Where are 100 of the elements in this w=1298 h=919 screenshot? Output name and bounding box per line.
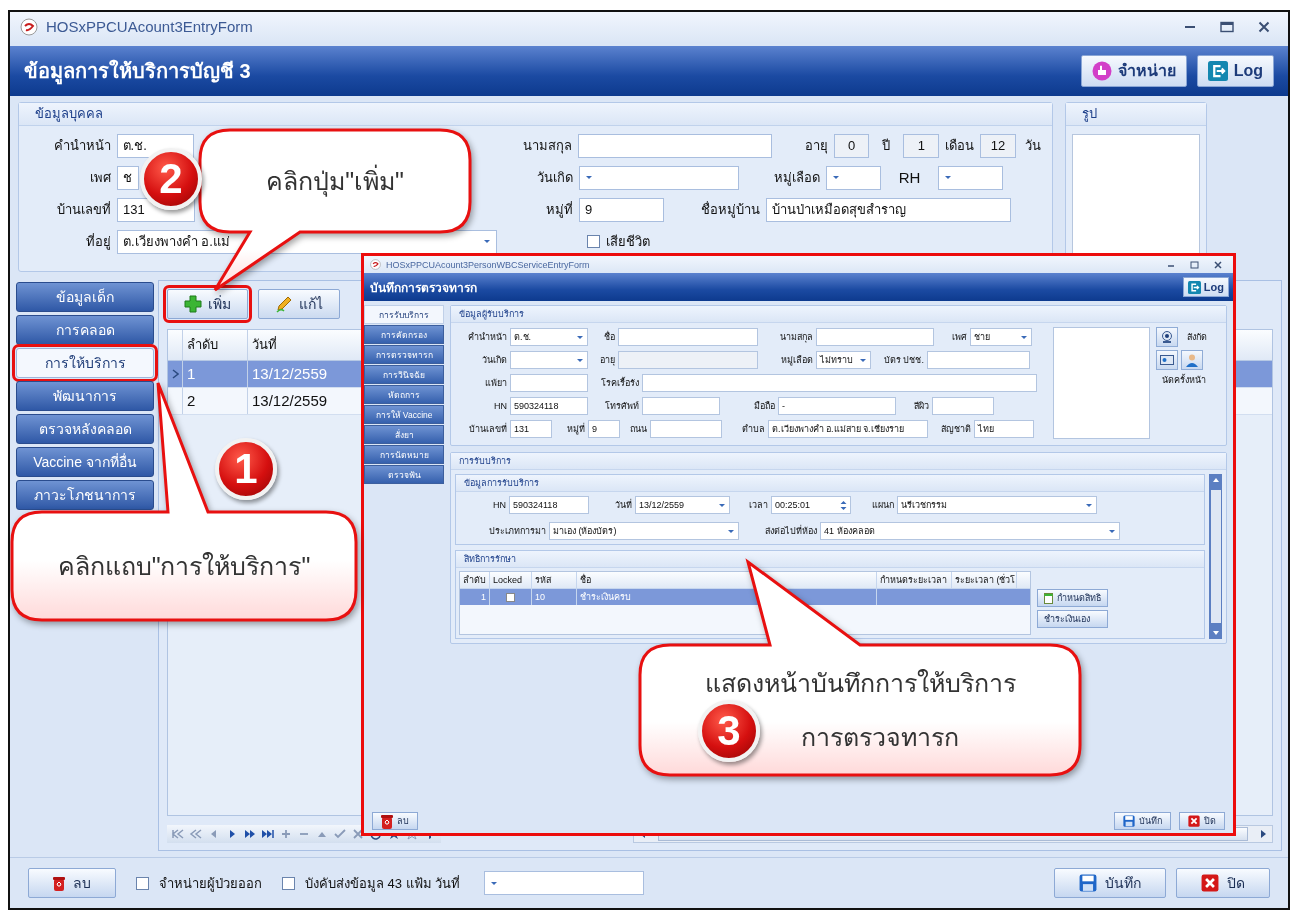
field-label: หมู่ที่ [545, 200, 573, 220]
app-logo-icon [20, 18, 38, 36]
field-label: วันเกิด [481, 354, 507, 367]
side-tab[interactable]: การคลอด [16, 314, 154, 345]
navigator-check-icon[interactable] [333, 828, 347, 841]
delete-button[interactable]: ลบ [28, 868, 116, 899]
side-tab[interactable]: Vaccine จากที่อื่น [16, 446, 154, 477]
date-dropdown[interactable] [484, 871, 645, 896]
dropdown[interactable]: 41 ห้องคลอด [820, 522, 1120, 540]
dropdown[interactable]: ไม่ทราบ [816, 351, 871, 369]
dropdown[interactable] [938, 165, 1003, 190]
text-field[interactable]: 9 [579, 197, 664, 222]
side-tab[interactable]: การรับบริการ [364, 305, 444, 324]
side-tab[interactable]: การให้ Vaccine [364, 405, 444, 424]
navigator-nextpage-icon[interactable] [243, 828, 257, 841]
field-label: หมู่เลือด [773, 169, 820, 188]
readonly-field: 12 [980, 133, 1017, 158]
column-header: รหัส [532, 572, 577, 588]
set-rights-button[interactable]: กำหนดสิทธิ [1037, 589, 1108, 607]
text-field[interactable] [642, 374, 1037, 392]
dropdown[interactable]: นรีเวชกรรม [897, 496, 1097, 514]
side-tab[interactable]: การตรวจทารก [364, 345, 444, 364]
close-icon [1258, 21, 1270, 33]
text-field[interactable] [927, 351, 1030, 369]
side-tab[interactable]: ข้อมูลเด็ก [16, 281, 154, 312]
caret-icon [483, 239, 491, 245]
time-spinner[interactable]: 00:25:01 [771, 496, 851, 514]
caret-icon [832, 175, 840, 181]
text-field[interactable]: ต.เวียงพางคำ อ.แม่สาย จ.เชียงราย [768, 420, 928, 438]
side-tab[interactable]: พัฒนาการ [16, 380, 154, 411]
text-field[interactable]: 590324118 [509, 496, 589, 514]
save-button[interactable]: บันทึก [1054, 868, 1166, 899]
text-field[interactable]: ช [117, 165, 139, 190]
checkbox[interactable] [136, 876, 149, 890]
discharge-button[interactable]: จำหน่าย [1080, 54, 1187, 87]
close-icon [1201, 874, 1219, 893]
person-button[interactable] [1181, 350, 1203, 370]
save-button[interactable]: บันทึก [1114, 812, 1171, 830]
side-tab[interactable]: การนัดหมาย [364, 445, 444, 464]
text-field[interactable] [650, 420, 722, 438]
dropdown[interactable]: ชาย [970, 328, 1032, 346]
scroll-down-icon[interactable] [1211, 629, 1220, 637]
text-field[interactable] [510, 374, 588, 392]
webcam-button[interactable] [1156, 327, 1178, 347]
dropdown[interactable] [826, 165, 881, 190]
field-label: นามสกุล [779, 331, 813, 344]
navigator-prevpage-icon[interactable] [189, 828, 203, 841]
column-header: กำหนดระยะเวลา [877, 572, 952, 588]
side-tab[interactable]: ตรวจหลังคลอด [16, 413, 154, 444]
field-label: นามสกุล [521, 137, 572, 156]
field-label: RH [897, 169, 922, 187]
edit-button[interactable]: แก้ไ [258, 288, 340, 319]
pencil-icon [275, 294, 293, 313]
side-tab[interactable]: หัตถการ [364, 385, 444, 404]
table-cell: 2 [183, 387, 248, 414]
close-form-button[interactable]: ปิด [1176, 868, 1270, 899]
checkbox[interactable] [506, 592, 515, 602]
navigator-last-icon[interactable] [261, 828, 275, 841]
text-field[interactable] [932, 397, 994, 415]
self-pay-button[interactable]: ชำระเงินเอง [1037, 610, 1108, 628]
text-field[interactable]: 590324118 [510, 397, 588, 415]
text-field[interactable]: ไทย [974, 420, 1034, 438]
field-label: หมู่เลือด [780, 354, 813, 367]
text-field[interactable] [618, 328, 758, 346]
dropdown[interactable]: ต.ช. [510, 328, 588, 346]
field-label: นัดครั้งหน้า [1162, 373, 1207, 387]
text-field[interactable]: - [778, 397, 896, 415]
side-tab[interactable]: สั่งยา [364, 425, 444, 444]
checkbox[interactable] [282, 876, 295, 890]
side-tab[interactable]: ตรวจฟัน [364, 465, 444, 484]
navigator-first-icon[interactable] [171, 828, 185, 841]
field-label: ตำบล [741, 423, 765, 436]
text-field[interactable]: 131 [510, 420, 552, 438]
vertical-scrollbar[interactable] [1209, 474, 1222, 639]
close-icon [1188, 815, 1200, 827]
log-button[interactable]: Log [1182, 277, 1229, 297]
text-field[interactable] [577, 133, 772, 158]
dropdown[interactable]: 13/12/2559 [635, 496, 730, 514]
scroll-right-icon[interactable] [1258, 829, 1268, 840]
side-tab[interactable]: การคัดกรอง [364, 325, 444, 344]
panel-title: รูป [1066, 102, 1206, 126]
close-form-button[interactable]: ปิด [1179, 812, 1225, 830]
unit-label: ปี [881, 137, 892, 156]
scroll-up-icon[interactable] [1211, 476, 1220, 484]
navigator-cancel-icon[interactable] [351, 828, 365, 841]
side-tab[interactable]: ภาวะโภชนาการ [16, 479, 154, 510]
log-button[interactable]: Log [1196, 54, 1274, 87]
text-field[interactable]: 9 [588, 420, 620, 438]
dropdown[interactable]: มาเอง (ห้องบัตร) [549, 522, 739, 540]
text-field[interactable]: บ้านป่าเหมือดสุขสำราญ [766, 197, 1011, 222]
dropdown[interactable] [579, 165, 739, 190]
caret-icon [1108, 528, 1116, 534]
dropdown[interactable] [510, 351, 588, 369]
delete-button[interactable]: ลบ [372, 812, 418, 830]
text-field[interactable] [642, 397, 720, 415]
text-field[interactable] [816, 328, 934, 346]
checkbox[interactable] [587, 235, 600, 249]
field-label: มือถือ [753, 400, 775, 413]
id-card-button[interactable] [1156, 350, 1178, 370]
side-tab[interactable]: การวินิจฉัย [364, 365, 444, 384]
